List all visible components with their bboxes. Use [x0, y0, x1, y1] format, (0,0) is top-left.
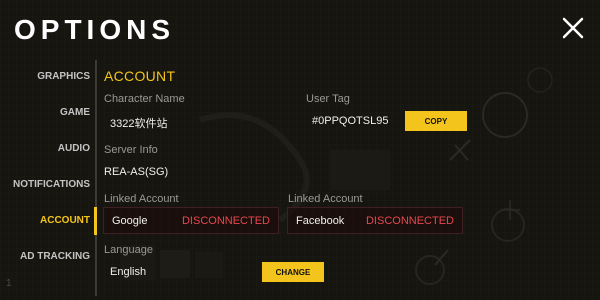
language-label: Language	[104, 244, 153, 256]
sidebar-item-notifications[interactable]: NOTIFICATIONS	[8, 178, 90, 192]
sidebar-item-ad-tracking[interactable]: AD TRACKING	[8, 250, 90, 264]
hud-bottom-left-text: 1	[6, 278, 12, 289]
user-tag-value: #0PPQOTSL95	[312, 115, 389, 127]
section-title: ACCOUNT	[104, 68, 176, 84]
copy-button[interactable]: COPY	[405, 111, 467, 131]
sidebar-divider	[95, 60, 97, 296]
sidebar-active-indicator	[94, 207, 97, 235]
change-language-button[interactable]: CHANGE	[262, 262, 324, 282]
sidebar-item-game[interactable]: GAME	[8, 106, 90, 120]
sidebar-item-graphics[interactable]: GRAPHICS	[8, 70, 90, 84]
linked-account-google[interactable]: Google DISCONNECTED	[103, 207, 279, 234]
linked-account-status-google: DISCONNECTED	[181, 215, 270, 227]
user-tag-label: User Tag	[306, 93, 350, 105]
sidebar-item-account[interactable]: ACCOUNT	[8, 214, 90, 228]
linked-account-label-google: Linked Account	[104, 193, 179, 205]
close-icon[interactable]	[559, 14, 587, 42]
linked-account-service-google: Google	[112, 215, 148, 227]
language-value: English	[110, 266, 147, 278]
character-name-value: 3322软件站	[110, 118, 168, 130]
page-title: OPTIONS	[14, 14, 176, 45]
server-info-value: REA-AS(SG)	[104, 166, 169, 178]
hud-counter: 1	[6, 278, 12, 289]
linked-account-label-facebook: Linked Account	[288, 193, 363, 205]
linked-account-status-facebook: DISCONNECTED	[365, 215, 454, 227]
character-name-label: Character Name	[104, 93, 185, 105]
server-info-label: Server Info	[104, 144, 158, 156]
linked-account-service-facebook: Facebook	[296, 215, 345, 227]
linked-account-facebook[interactable]: Facebook DISCONNECTED	[287, 207, 463, 234]
sidebar-item-audio[interactable]: AUDIO	[8, 142, 90, 156]
